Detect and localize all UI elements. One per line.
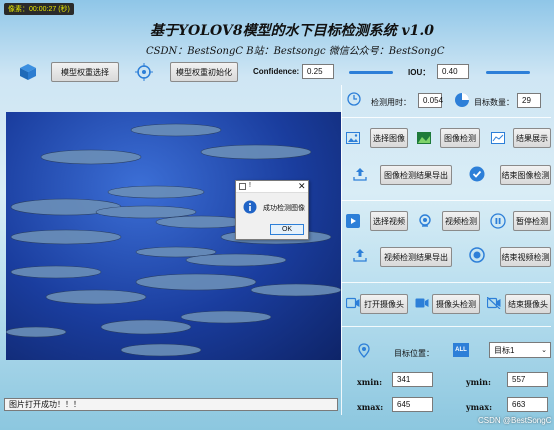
time-label: 检测用时：	[371, 98, 411, 107]
detect-video-button[interactable]: 视频检测	[442, 211, 480, 231]
confidence-slider[interactable]	[349, 71, 393, 74]
target-position-label: 目标位置：	[394, 349, 434, 358]
pause-detect-button[interactable]: 暂停检测	[513, 211, 551, 231]
video-upload-icon	[352, 247, 368, 263]
app-title: 基于YOLOV8模型的水下目标检测系统 v1.0	[150, 23, 434, 39]
confidence-input[interactable]: 0.25	[302, 64, 334, 79]
dialog-ok-button[interactable]: OK	[270, 224, 304, 235]
export-image-results-button[interactable]: 图像检测结果导出	[380, 165, 452, 185]
stop-circle-icon	[468, 246, 486, 264]
select-video-button[interactable]: 选择视频	[370, 211, 408, 231]
watermark: CSDN @BestSongC	[478, 416, 552, 425]
panel-divider	[341, 282, 551, 283]
dialog-titlebar: ! ✕	[236, 181, 308, 193]
xmax-value: 645	[392, 397, 433, 412]
camera-detect-button[interactable]: 摄像头检测	[432, 294, 480, 314]
iou-input[interactable]: 0.40	[437, 64, 469, 79]
pie-chart-icon	[453, 91, 471, 109]
close-icon[interactable]: ✕	[298, 181, 306, 192]
image-icon	[345, 130, 361, 146]
message-dialog: ! ✕ 成功检测图像 OK	[235, 180, 309, 240]
chart-icon	[490, 130, 506, 146]
camera-detect-icon	[414, 295, 430, 311]
detect-image-button[interactable]: 图像检测	[440, 128, 480, 148]
ymax-label: ymax:	[466, 402, 493, 412]
close-camera-button[interactable]: 结束摄像头	[505, 294, 551, 314]
xmin-value: 341	[392, 372, 433, 387]
confidence-label: Confidence:	[253, 67, 300, 76]
count-label: 目标数量：	[474, 98, 514, 107]
show-results-button[interactable]: 结果展示	[513, 128, 551, 148]
xmin-label: xmin:	[357, 377, 383, 387]
pause-icon	[489, 212, 507, 230]
time-value: 0.054	[418, 93, 443, 108]
status-bar: 图片打开成功！！！	[4, 398, 338, 411]
check-circle-icon	[468, 165, 486, 183]
finish-video-detect-button[interactable]: 结束视频检测	[500, 247, 551, 267]
target-select[interactable]: 目标1 ⌄	[489, 342, 551, 358]
iou-slider[interactable]	[486, 71, 530, 74]
app-subtitle: CSDN：BestSongC B站：Bestsongc 微信公众号：BestSo…	[146, 46, 445, 57]
panel-divider	[341, 117, 551, 118]
select-image-button[interactable]: 选择图像	[370, 128, 408, 148]
timer-badge: 像素：00:00:27 (秒)	[4, 3, 74, 15]
finish-image-detect-button[interactable]: 结束图像检测	[500, 165, 551, 185]
timer-value: 00:00:27 (秒)	[29, 6, 70, 13]
model-select-button[interactable]: 模型权重选择	[51, 62, 119, 82]
panel-divider	[341, 326, 551, 327]
open-camera-button[interactable]: 打开摄像头	[360, 294, 408, 314]
camera-off-icon	[486, 295, 502, 311]
dialog-app-icon	[239, 183, 246, 190]
count-value: 29	[517, 93, 541, 108]
ymin-value: 557	[507, 372, 548, 387]
clock-icon	[346, 91, 362, 107]
dialog-message: 成功检测图像	[263, 205, 305, 212]
video-icon	[345, 213, 361, 229]
timer-prefix: 像素：	[8, 6, 29, 13]
model-init-button[interactable]: 模型权重初始化	[170, 62, 238, 82]
target-select-value: 目标1	[494, 345, 515, 355]
dialog-title: !	[249, 182, 251, 189]
iou-label: IOU：	[408, 68, 431, 77]
ymin-label: ymin:	[466, 377, 491, 387]
cube-icon	[18, 62, 38, 82]
upload-icon	[352, 166, 368, 182]
image-detect-icon	[416, 130, 432, 146]
camera-icon	[345, 295, 361, 311]
xmax-label: xmax:	[357, 402, 384, 412]
chevron-down-icon: ⌄	[541, 347, 547, 354]
ymax-value: 663	[507, 397, 548, 412]
target-icon	[134, 62, 154, 82]
export-video-results-button[interactable]: 视频检测结果导出	[380, 247, 452, 267]
panel-divider	[341, 85, 342, 415]
location-pin-icon	[356, 343, 372, 359]
info-icon	[242, 199, 258, 215]
video-detect-icon	[416, 212, 434, 230]
all-badge: ALL	[453, 343, 469, 357]
panel-divider	[341, 200, 551, 201]
